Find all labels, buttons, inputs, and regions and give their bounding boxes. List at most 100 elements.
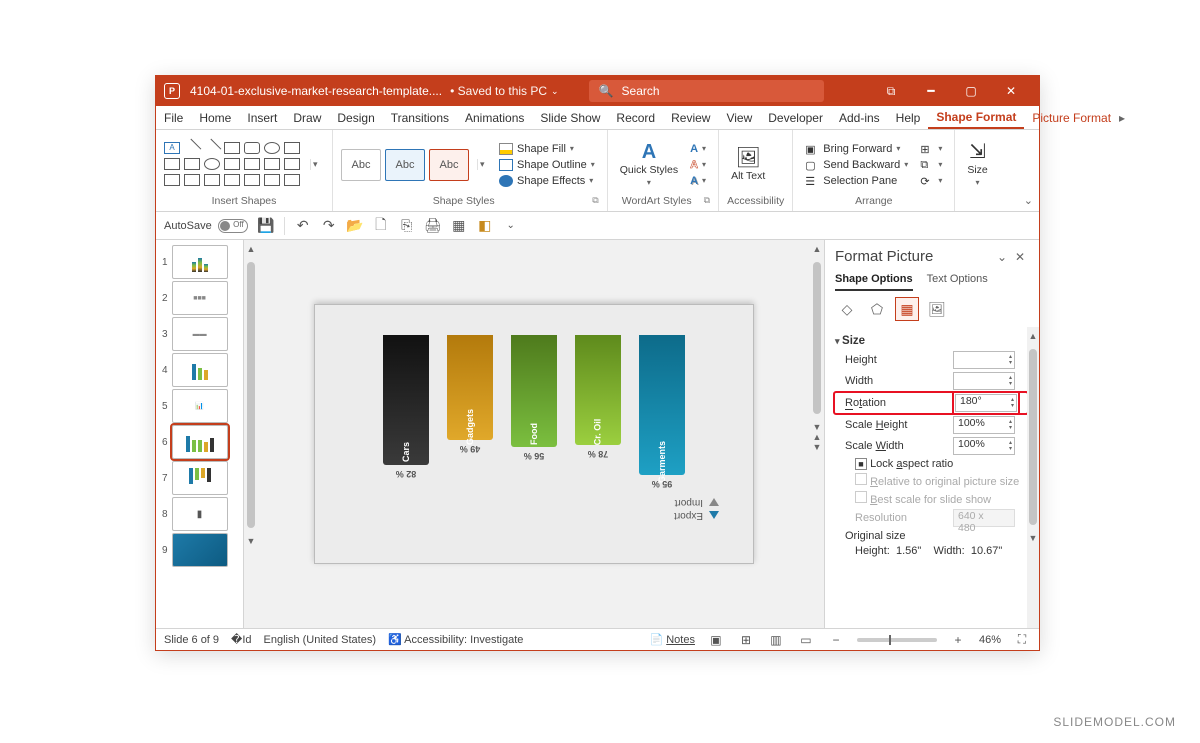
slide-canvas[interactable]: Export Import Garments95 %Cr. Oil78 %Foo… (258, 240, 810, 628)
picture-icon[interactable]: 🖼 (925, 297, 949, 321)
bring-forward-button[interactable]: ▣Bring Forward ▾ (801, 142, 912, 156)
shape-outline-button[interactable]: Shape Outline ▾ (495, 158, 599, 172)
scroll-thumb[interactable] (247, 262, 255, 528)
shape-icon[interactable] (204, 158, 220, 170)
chart-bars[interactable]: Garments95 %Cr. Oil78 %Food56 %Gadgets49… (345, 335, 723, 475)
ribbon-mode-icon[interactable]: ⧉ (871, 76, 911, 106)
toggle-switch-icon[interactable] (218, 219, 248, 233)
tabs-overflow-icon[interactable]: ▸ (1119, 106, 1125, 129)
chart-legend[interactable]: Export Import (674, 495, 719, 523)
save-icon[interactable]: 💾 (258, 218, 274, 234)
dialog-launcher-icon[interactable]: ⧉ (704, 195, 710, 206)
scroll-down-icon[interactable]: ▼ (247, 536, 256, 546)
slide[interactable]: Export Import Garments95 %Cr. Oil78 %Foo… (314, 304, 754, 564)
minimize-button[interactable]: ━ (911, 76, 951, 106)
text-fill-button[interactable]: A▾ (686, 142, 710, 156)
spell-check-icon[interactable]: �Id (231, 633, 251, 646)
tab-shape-options[interactable]: Shape Options (835, 273, 913, 291)
text-outline-button[interactable]: A▾ (686, 158, 710, 172)
lock-aspect-checkbox[interactable]: ■ (855, 458, 867, 470)
language-status[interactable]: English (United States) (264, 634, 377, 646)
size-button[interactable]: ⇲Size▾ (963, 141, 991, 187)
tab-transitions[interactable]: Transitions (383, 106, 457, 129)
tab-developer[interactable]: Developer (760, 106, 831, 129)
tab-file[interactable]: File (156, 106, 191, 129)
slide-counter[interactable]: Slide 6 of 9 (164, 634, 219, 646)
height-input[interactable] (953, 351, 1015, 369)
sorter-view-icon[interactable]: ⊞ (737, 633, 755, 647)
shape-icon[interactable] (284, 174, 300, 186)
roundrect-shape-icon[interactable] (244, 142, 260, 154)
group-button[interactable]: ⧉▾ (916, 158, 946, 172)
prev-slide-icon[interactable]: ▲ (813, 432, 822, 442)
rotate-button[interactable]: ⟳▾ (916, 174, 946, 188)
tab-review[interactable]: Review (663, 106, 718, 129)
scroll-down-icon[interactable]: ▼ (813, 422, 822, 432)
tab-help[interactable]: Help (888, 106, 929, 129)
oval-shape-icon[interactable] (264, 142, 280, 154)
save-status-chevron-icon[interactable]: ⌄ (551, 86, 559, 97)
qat-more-icon[interactable]: ⌄ (503, 218, 519, 234)
thumbnail[interactable]: 5📊 (156, 388, 243, 424)
reading-view-icon[interactable]: ▥ (767, 633, 785, 647)
shapes-gallery[interactable]: A (164, 142, 302, 188)
tab-slideshow[interactable]: Slide Show (532, 106, 608, 129)
fill-line-icon[interactable]: ◇ (835, 297, 859, 321)
tab-shape-format[interactable]: Shape Format (928, 106, 1024, 129)
undo-icon[interactable]: ↶ (295, 218, 311, 234)
thumbnail[interactable]: 8▮ (156, 496, 243, 532)
tab-picture-format[interactable]: Picture Format (1024, 106, 1119, 129)
size-properties-icon[interactable]: ▦ (895, 297, 919, 321)
redo-icon[interactable]: ↷ (321, 218, 337, 234)
shape-icon[interactable] (164, 174, 180, 186)
shape-icon[interactable] (164, 158, 180, 170)
shape-icon[interactable] (284, 158, 300, 170)
rotation-input[interactable]: 180° (955, 394, 1017, 412)
quick-styles-button[interactable]: AQuick Styles▾ (616, 141, 682, 187)
style-preset[interactable]: Abc (341, 149, 381, 181)
thumbnail[interactable]: 3▬▬ (156, 316, 243, 352)
fit-to-window-icon[interactable]: ⛶ (1013, 632, 1031, 647)
shape-icon[interactable] (284, 142, 300, 154)
selection-pane-button[interactable]: ☰Selection Pane (801, 174, 912, 188)
shape-icon[interactable] (264, 174, 280, 186)
scale-width-input[interactable]: 100% (953, 437, 1015, 455)
scroll-thumb[interactable] (813, 262, 821, 414)
send-backward-button[interactable]: ▢Send Backward ▾ (801, 158, 912, 172)
thumbnail[interactable]: 4 (156, 352, 243, 388)
zoom-out-icon[interactable]: − (827, 633, 845, 647)
shape-icon[interactable] (184, 158, 200, 170)
open-icon[interactable]: 📂 (347, 218, 363, 234)
shape-fill-button[interactable]: Shape Fill ▾ (495, 142, 599, 156)
shape-icon[interactable] (244, 174, 260, 186)
chart-bar[interactable]: Food56 % (511, 335, 557, 447)
shape-icon[interactable] (224, 158, 240, 170)
collapse-ribbon-icon[interactable]: ⌄ (1024, 194, 1033, 207)
effects-icon[interactable]: ⬠ (865, 297, 889, 321)
next-slide-icon[interactable]: ▼ (813, 442, 822, 452)
notes-button[interactable]: 📄 Notes (649, 633, 695, 646)
zoom-level[interactable]: 46% (979, 634, 1001, 646)
shape-icon[interactable] (184, 174, 200, 186)
accessibility-status[interactable]: ♿ Accessibility: Investigate (388, 633, 523, 646)
textbox-shape-icon[interactable]: A (164, 142, 180, 154)
line-shape-icon[interactable] (203, 138, 222, 157)
shape-icon[interactable] (224, 174, 240, 186)
tab-insert[interactable]: Insert (239, 106, 285, 129)
dialog-launcher-icon[interactable]: ⧉ (592, 195, 598, 206)
shape-icon[interactable] (244, 158, 260, 170)
normal-view-icon[interactable]: ▣ (707, 633, 725, 647)
document-name[interactable]: 4104-01-exclusive-market-research-templa… (190, 84, 442, 98)
scroll-up-icon[interactable]: ▲ (247, 244, 256, 254)
thumbnail-active[interactable]: 6 (156, 424, 243, 460)
thumbnail[interactable]: 7 (156, 460, 243, 496)
pane-scrollbar[interactable]: ▲▼ (1027, 327, 1039, 628)
line-shape-icon[interactable] (183, 138, 202, 157)
tab-view[interactable]: View (718, 106, 760, 129)
maximize-button[interactable]: ▢ (951, 76, 991, 106)
width-input[interactable] (953, 372, 1015, 390)
qat-button[interactable]: ◧ (477, 218, 493, 234)
chart-bar[interactable]: Cars82 % (383, 335, 429, 465)
tab-record[interactable]: Record (608, 106, 663, 129)
shape-icon[interactable] (264, 158, 280, 170)
